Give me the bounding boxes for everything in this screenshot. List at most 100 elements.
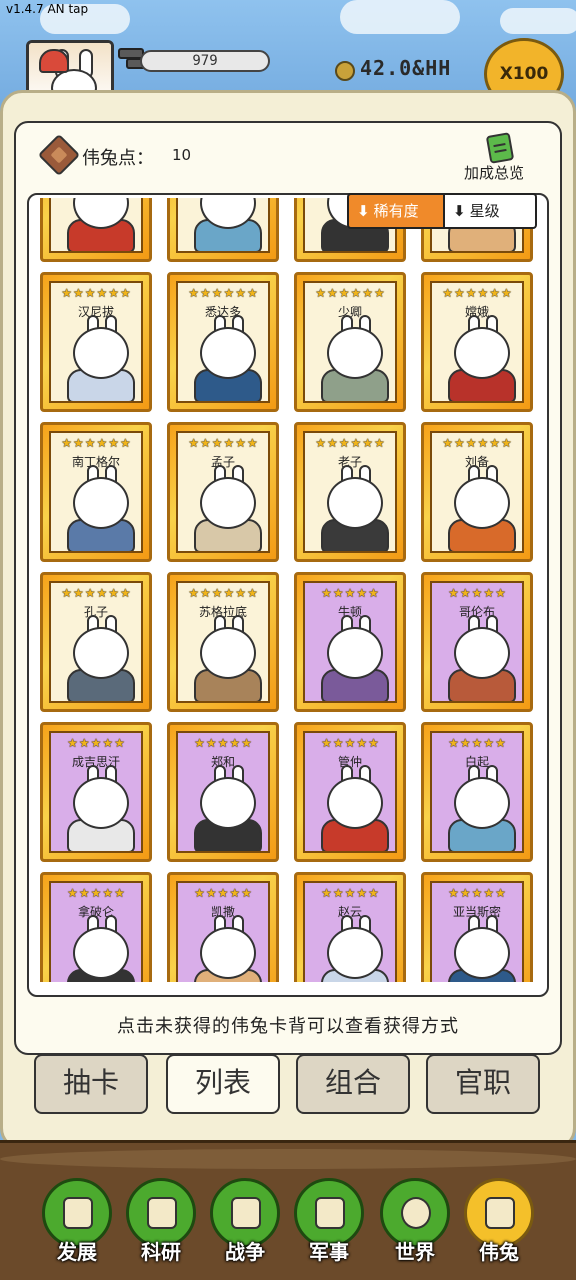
nav-military[interactable]: 军事 (292, 1178, 366, 1264)
rabbit-portrait (327, 327, 383, 379)
tab-office[interactable]: 官职 (426, 1054, 540, 1114)
star-icon: ★ (188, 286, 199, 300)
star-icon: ★ (96, 436, 108, 450)
nav-war[interactable]: 战争 (208, 1178, 282, 1264)
bonus-overview-button[interactable]: 加成总览 (464, 162, 524, 183)
hero-card[interactable]: ★ ★ ★ ★ ★ 郑和 (167, 722, 279, 862)
star-icon: ★ (374, 286, 385, 300)
star-icon: ★ (344, 736, 356, 750)
star-icon: ★ (338, 436, 350, 450)
tab-draw[interactable]: 抽卡 (34, 1054, 148, 1114)
rabbit-portrait (200, 927, 256, 979)
hero-card[interactable]: ★ ★ ★ ★ ★ ★ 孟子 (167, 422, 279, 562)
star-icon: ★ (102, 886, 114, 900)
star-icon: ★ (362, 436, 374, 450)
star-icon: ★ (459, 736, 471, 750)
star-rating: ★ ★ ★ ★ ★ ★ (435, 286, 519, 300)
hero-card[interactable]: ★ ★ ★ ★ ★ ★ 嫦娥 (421, 272, 533, 412)
hero-card[interactable]: ★ ★ ★ ★ ★ ★ 南丁格尔 (40, 422, 152, 562)
hero-card[interactable]: ★ ★ ★ ★ ★ 哥伦布 (421, 572, 533, 712)
sort-rarity-label: 稀有度 (373, 202, 419, 220)
nav-research[interactable]: 科研 (124, 1178, 198, 1264)
hero-card[interactable]: ★ ★ ★ ★ ★ ★ 老子 (294, 422, 406, 562)
star-icon: ★ (448, 586, 459, 600)
hero-card[interactable]: ★ ★ ★ ★ ★ ★ 汉尼拔 (40, 272, 152, 412)
star-icon: ★ (211, 586, 223, 600)
star-icon: ★ (188, 586, 199, 600)
card-face: ★ ★ ★ ★ ★ 拿破仑 (49, 881, 143, 982)
star-icon: ★ (84, 586, 96, 600)
rabbit-portrait (73, 627, 129, 679)
star-rating: ★ ★ ★ ★ ★ (308, 586, 392, 600)
nav-develop[interactable]: 发展 (40, 1178, 114, 1264)
star-icon: ★ (442, 286, 453, 300)
star-icon: ★ (61, 586, 72, 600)
rabbit-portrait (200, 777, 256, 829)
star-icon: ★ (321, 886, 332, 900)
star-icon: ★ (483, 736, 495, 750)
star-rating: ★ ★ ★ ★ ★ ★ (181, 586, 265, 600)
star-icon: ★ (495, 886, 506, 900)
star-icon: ★ (235, 286, 247, 300)
star-icon: ★ (120, 586, 131, 600)
star-icon: ★ (471, 736, 483, 750)
hero-card[interactable]: ★ ★ ★ ★ ★ 牛顿 (294, 572, 406, 712)
star-icon: ★ (326, 436, 338, 450)
hero-card[interactable]: ★ ★ ★ ★ ★ 凯撒 (167, 872, 279, 982)
hero-card[interactable]: ★ ★ ★ ★ ★ 白起 (421, 722, 533, 862)
card-face: ★ ★ ★ ★ ★ 白起 (430, 731, 524, 853)
star-icon: ★ (205, 886, 217, 900)
tent-icon (315, 1197, 345, 1229)
star-icon: ★ (465, 286, 477, 300)
star-icon: ★ (453, 436, 465, 450)
tab-combo[interactable]: 组合 (296, 1054, 410, 1114)
nav-great-rabbit[interactable]: 伟兔 (462, 1178, 536, 1264)
rabbit-portrait (327, 477, 383, 529)
star-icon: ★ (235, 436, 247, 450)
nav-world[interactable]: 世界 (378, 1178, 452, 1264)
hero-card[interactable]: ★ ★ ★ ★ ★ 赵云 (294, 872, 406, 982)
star-icon: ★ (368, 736, 379, 750)
card-grid[interactable]: ★★★★★★★★★★★★★★★★★★★★★★★★★★汉尼拔★★★★★★悉达多★★… (36, 198, 536, 982)
star-icon: ★ (241, 886, 252, 900)
star-icon: ★ (78, 886, 90, 900)
star-rating: ★ ★ ★ ★ ★ ★ (54, 436, 138, 450)
hero-card[interactable]: ★ ★ ★ ★ ★ 管仲 (294, 722, 406, 862)
star-icon: ★ (315, 436, 326, 450)
tab-list[interactable]: 列表 (166, 1054, 280, 1114)
star-icon: ★ (247, 436, 258, 450)
star-icon: ★ (321, 586, 332, 600)
hero-card[interactable]: ★ ★ ★ ★ ★ 成吉思汗 (40, 722, 152, 862)
sort-rarity-button[interactable]: ⬇ 稀有度 (347, 193, 445, 229)
star-icon: ★ (448, 736, 459, 750)
star-icon: ★ (326, 286, 338, 300)
sort-star-button[interactable]: ⬇ 星级 (445, 193, 537, 229)
star-icon: ★ (90, 736, 102, 750)
star-icon: ★ (356, 886, 368, 900)
star-icon: ★ (120, 286, 131, 300)
hero-card[interactable]: ★ ★ ★ ★ ★ ★ 少卿 (294, 272, 406, 412)
star-icon: ★ (459, 586, 471, 600)
hero-card[interactable]: ★★★★★ (167, 198, 279, 262)
star-icon: ★ (72, 586, 84, 600)
hero-card[interactable]: ★★★★★ (40, 198, 152, 262)
star-icon: ★ (356, 736, 368, 750)
hero-card[interactable]: ★ ★ ★ ★ ★ ★ 刘备 (421, 422, 533, 562)
hero-card[interactable]: ★ ★ ★ ★ ★ 亚当斯密 (421, 872, 533, 982)
hero-card[interactable]: ★ ★ ★ ★ ★ 拿破仑 (40, 872, 152, 982)
hero-card[interactable]: ★ ★ ★ ★ ★ ★ 悉达多 (167, 272, 279, 412)
rabbit-portrait (454, 927, 510, 979)
card-face: ★ ★ ★ ★ ★ 成吉思汗 (49, 731, 143, 853)
flask-icon (147, 1197, 177, 1229)
star-icon: ★ (477, 436, 489, 450)
star-rating: ★ ★ ★ ★ ★ ★ (54, 586, 138, 600)
hero-card[interactable]: ★ ★ ★ ★ ★ ★ 苏格拉底 (167, 572, 279, 712)
star-icon: ★ (235, 586, 247, 600)
hero-card[interactable]: ★ ★ ★ ★ ★ ★ 孔子 (40, 572, 152, 712)
star-rating: ★ ★ ★ ★ ★ (54, 736, 138, 750)
bonus-book-icon[interactable] (485, 132, 515, 164)
card-face: ★ ★ ★ ★ ★ ★ 孔子 (49, 581, 143, 703)
star-icon: ★ (84, 436, 96, 450)
star-rating: ★ ★ ★ ★ ★ ★ (308, 436, 392, 450)
star-icon: ★ (241, 736, 252, 750)
